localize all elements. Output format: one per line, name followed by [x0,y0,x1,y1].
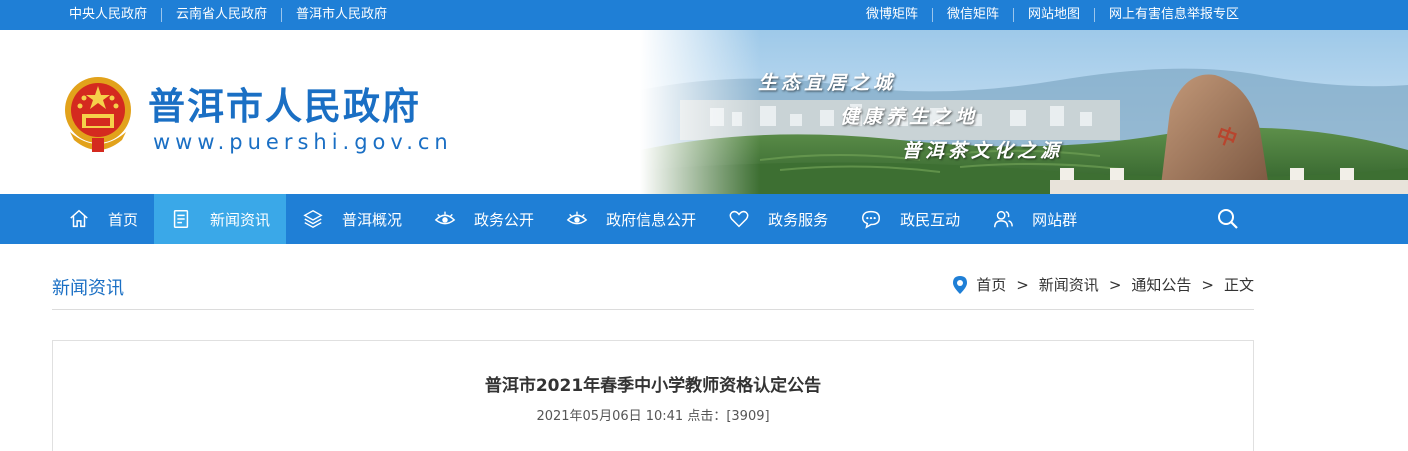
breadcrumb-current: 正文 [1223,276,1254,294]
nav-label: 首页 [108,210,139,229]
nav-label: 政务公开 [474,210,535,229]
breadcrumb-separator: > [1108,275,1122,294]
breadcrumb-notices[interactable]: 通知公告 [1131,274,1191,295]
national-emblem-icon [62,76,134,154]
banner-slogan-2: 健康养生之地 [840,106,979,128]
users-icon [992,208,1014,230]
main-nav: 首页 新闻资讯 普洱概况 政务公开 政府信息公开 政务服务 政民互动 网站群 [0,194,1408,244]
breadcrumb-separator: > [1201,275,1214,294]
nav-label: 政民互动 [900,210,961,229]
link-yunnan-gov[interactable]: 云南省人民政府 [161,8,281,22]
nav-item-overview[interactable]: 普洱概况 [286,194,418,244]
banner-slogan-1: 生态宜居之城 [758,72,897,94]
nav-label: 政府信息公开 [606,210,697,229]
breadcrumb-separator: > [1016,275,1029,294]
header-banner-image: 中 生态宜居之城 健康养生之地 普洱茶文化之源 [640,30,1408,194]
banner-slogan-3: 普洱茶文化之源 [902,140,1064,162]
nav-label: 普洱概况 [342,210,403,229]
eye-icon [434,208,456,230]
link-puer-gov[interactable]: 普洱市人民政府 [281,8,401,22]
news-icon [170,208,192,230]
section-header: 新闻资讯 首页 > 新闻资讯 > 通知公告 > 正文 [52,244,1254,310]
site-header: 普洱市人民政府 www.puershi.gov.cn 中 生态宜居之城 健康养生… [0,30,1408,194]
site-url: www.puershi.gov.cn [153,130,453,154]
nav-item-services[interactable]: 政务服务 [712,194,844,244]
nav-label: 网站群 [1032,210,1078,229]
section-title: 新闻资讯 [52,278,124,299]
nav-item-news[interactable]: 新闻资讯 [154,194,287,244]
nav-item-gov-affairs[interactable]: 政务公开 [418,194,550,244]
breadcrumb: 首页 > 新闻资讯 > 通知公告 > 正文 [952,274,1254,295]
chat-icon [860,208,882,230]
top-right-links: 微博矩阵 微信矩阵 网站地图 网上有害信息举报专区 [852,0,1253,30]
eye-icon [566,208,588,230]
link-central-gov[interactable]: 中央人民政府 [55,8,161,22]
home-icon [68,208,90,230]
article-meta: 2021年05月06日 10:41 点击：[3909] [536,409,770,424]
link-wechat-matrix[interactable]: 微信矩阵 [931,8,1013,22]
nav-item-site-group[interactable]: 网站群 [976,194,1093,244]
nav-label: 政务服务 [768,210,829,229]
site-title: 普洱市人民政府 [148,84,421,128]
link-weibo-matrix[interactable]: 微博矩阵 [852,8,932,22]
top-bar: 中央人民政府 云南省人民政府 普洱市人民政府 微博矩阵 微信矩阵 网站地图 网上… [0,0,1408,30]
search-icon[interactable] [1216,207,1240,231]
layers-icon [302,208,324,230]
banner-fade [640,30,760,194]
link-report-zone[interactable]: 网上有害信息举报专区 [1093,8,1253,22]
nav-label: 新闻资讯 [210,210,271,229]
nav-item-interaction[interactable]: 政民互动 [844,194,976,244]
article-title: 普洱市2021年春季中小学教师资格认定公告 [484,376,822,396]
article-box: 普洱市2021年春季中小学教师资格认定公告 2021年05月06日 10:41 … [52,340,1254,451]
location-pin-icon [952,275,968,295]
link-sitemap[interactable]: 网站地图 [1012,8,1094,22]
nav-item-home[interactable]: 首页 [52,194,154,244]
top-left-links: 中央人民政府 云南省人民政府 普洱市人民政府 [55,0,401,30]
heart-icon [728,208,750,230]
breadcrumb-home[interactable]: 首页 [976,274,1006,295]
nav-item-info-disclosure[interactable]: 政府信息公开 [550,194,712,244]
breadcrumb-news[interactable]: 新闻资讯 [1039,274,1099,295]
